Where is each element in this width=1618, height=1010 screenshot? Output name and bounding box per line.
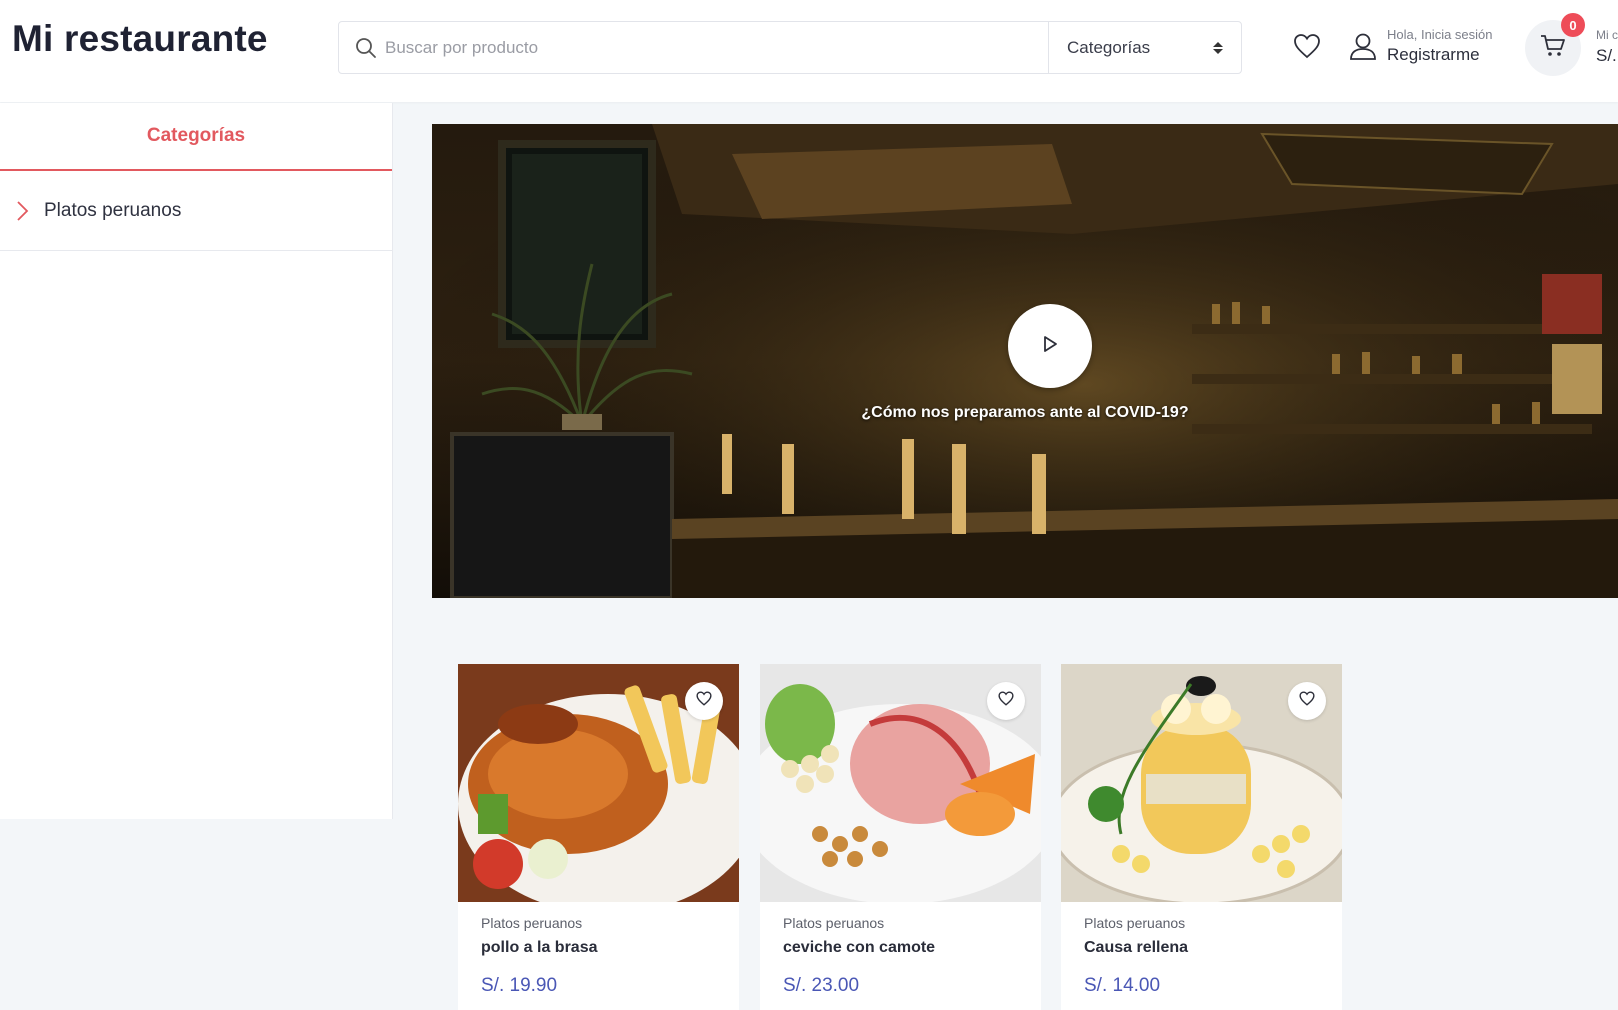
product-card[interactable]: Platos peruanos ceviche con camote S/. 2… xyxy=(760,664,1041,1010)
product-category: Platos peruanos xyxy=(481,915,583,931)
chevron-right-icon xyxy=(14,200,30,222)
product-image[interactable] xyxy=(760,664,1041,902)
header: Mi restaurante Categorías Hola, Inicia s… xyxy=(0,0,1618,102)
cart-icon xyxy=(1540,34,1566,63)
product-price: S/. 14.00 xyxy=(1084,975,1161,996)
sidebar-item-label: Platos peruanos xyxy=(44,199,182,221)
search-bar: Categorías xyxy=(338,21,1242,74)
play-icon xyxy=(1041,335,1059,358)
favorite-button[interactable] xyxy=(1288,682,1326,720)
hero-caption: ¿Cómo nos preparamos ante al COVID-19? xyxy=(861,404,1189,421)
product-price: S/. 19.90 xyxy=(481,975,558,996)
product-name[interactable]: Causa rellena xyxy=(1084,939,1188,957)
product-category: Platos peruanos xyxy=(1084,915,1186,931)
product-name[interactable]: ceviche con camote xyxy=(783,939,935,957)
heart-icon xyxy=(696,691,712,711)
category-select-label: Categorías xyxy=(1067,37,1151,57)
search-input[interactable] xyxy=(385,22,1048,73)
product-price: S/. 23.00 xyxy=(783,975,860,996)
search-icon[interactable] xyxy=(339,22,385,73)
sort-icon xyxy=(1213,41,1223,54)
heart-icon[interactable] xyxy=(1293,33,1321,59)
product-category: Platos peruanos xyxy=(783,915,885,931)
product-card[interactable]: Platos peruanos Causa rellena S/. 14.00 xyxy=(1061,664,1342,1010)
account-links: Hola, Inicia sesión Registrarme xyxy=(1387,27,1493,65)
favorite-button[interactable] xyxy=(685,682,723,720)
sidebar-item-platos-peruanos[interactable]: Platos peruanos xyxy=(0,171,392,251)
brand-logo[interactable]: Mi restaurante xyxy=(12,18,268,60)
heart-icon xyxy=(1299,691,1315,711)
product-image[interactable] xyxy=(1061,664,1342,902)
category-sidebar: Categorías Platos peruanos xyxy=(0,103,393,819)
cart-total: S/. 0.00 xyxy=(1596,46,1618,65)
cart-summary: Mi carrito S/. 0.00 xyxy=(1596,28,1618,66)
favorite-button[interactable] xyxy=(987,682,1025,720)
hero-video-banner[interactable]: ¿Cómo nos preparamos ante al COVID-19? xyxy=(432,124,1618,598)
cart-title: Mi carrito xyxy=(1596,28,1618,42)
category-select[interactable]: Categorías xyxy=(1048,22,1241,73)
login-link[interactable]: Hola, Inicia sesión xyxy=(1387,27,1493,42)
heart-icon xyxy=(998,691,1014,711)
play-video-button[interactable] xyxy=(1008,304,1092,388)
product-card[interactable]: Platos peruanos pollo a la brasa S/. 19.… xyxy=(458,664,739,1010)
user-icon[interactable] xyxy=(1348,31,1378,61)
register-link[interactable]: Registrarme xyxy=(1387,45,1493,65)
sidebar-title[interactable]: Categorías xyxy=(0,103,392,171)
product-image[interactable] xyxy=(458,664,739,902)
product-name[interactable]: pollo a la brasa xyxy=(481,939,597,957)
cart-count-badge: 0 xyxy=(1561,13,1585,37)
